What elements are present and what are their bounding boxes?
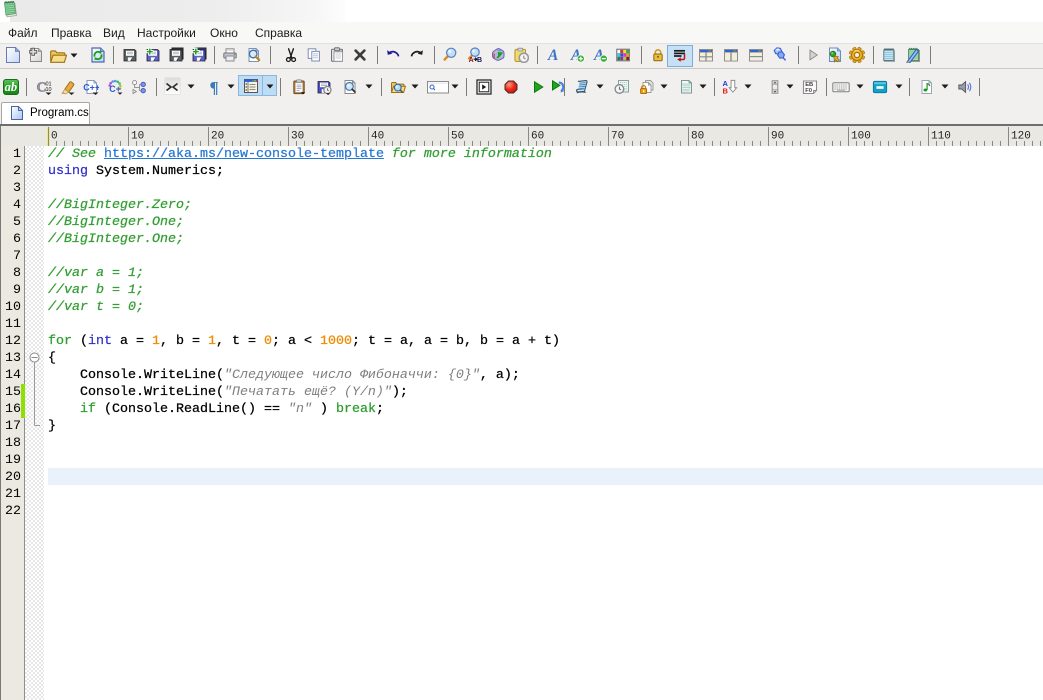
svg-text:10: 10 bbox=[131, 131, 144, 143]
svg-text:C++: C++ bbox=[83, 83, 99, 93]
svg-text:10: 10 bbox=[46, 87, 52, 93]
svg-text:50: 50 bbox=[451, 131, 464, 143]
svg-text:30: 30 bbox=[291, 131, 304, 143]
svg-text:B: B bbox=[723, 87, 729, 95]
svg-text:20: 20 bbox=[211, 131, 224, 143]
svg-text:¶: ¶ bbox=[210, 79, 219, 95]
svg-text:100: 100 bbox=[851, 131, 871, 143]
svg-text:F0: F0 bbox=[805, 88, 812, 94]
svg-text:A: A bbox=[469, 57, 474, 63]
svg-text:B: B bbox=[477, 57, 482, 63]
svg-text:80: 80 bbox=[691, 131, 704, 143]
svg-text:120: 120 bbox=[1011, 131, 1031, 143]
svg-text:40: 40 bbox=[371, 131, 384, 143]
svg-text:A: A bbox=[547, 47, 558, 63]
svg-text:70: 70 bbox=[611, 131, 624, 143]
svg-text:0: 0 bbox=[51, 131, 58, 143]
svg-text:110: 110 bbox=[931, 131, 951, 143]
svg-text:ab: ab bbox=[5, 80, 18, 94]
svg-text:60: 60 bbox=[531, 131, 544, 143]
svg-text:90: 90 bbox=[771, 131, 784, 143]
